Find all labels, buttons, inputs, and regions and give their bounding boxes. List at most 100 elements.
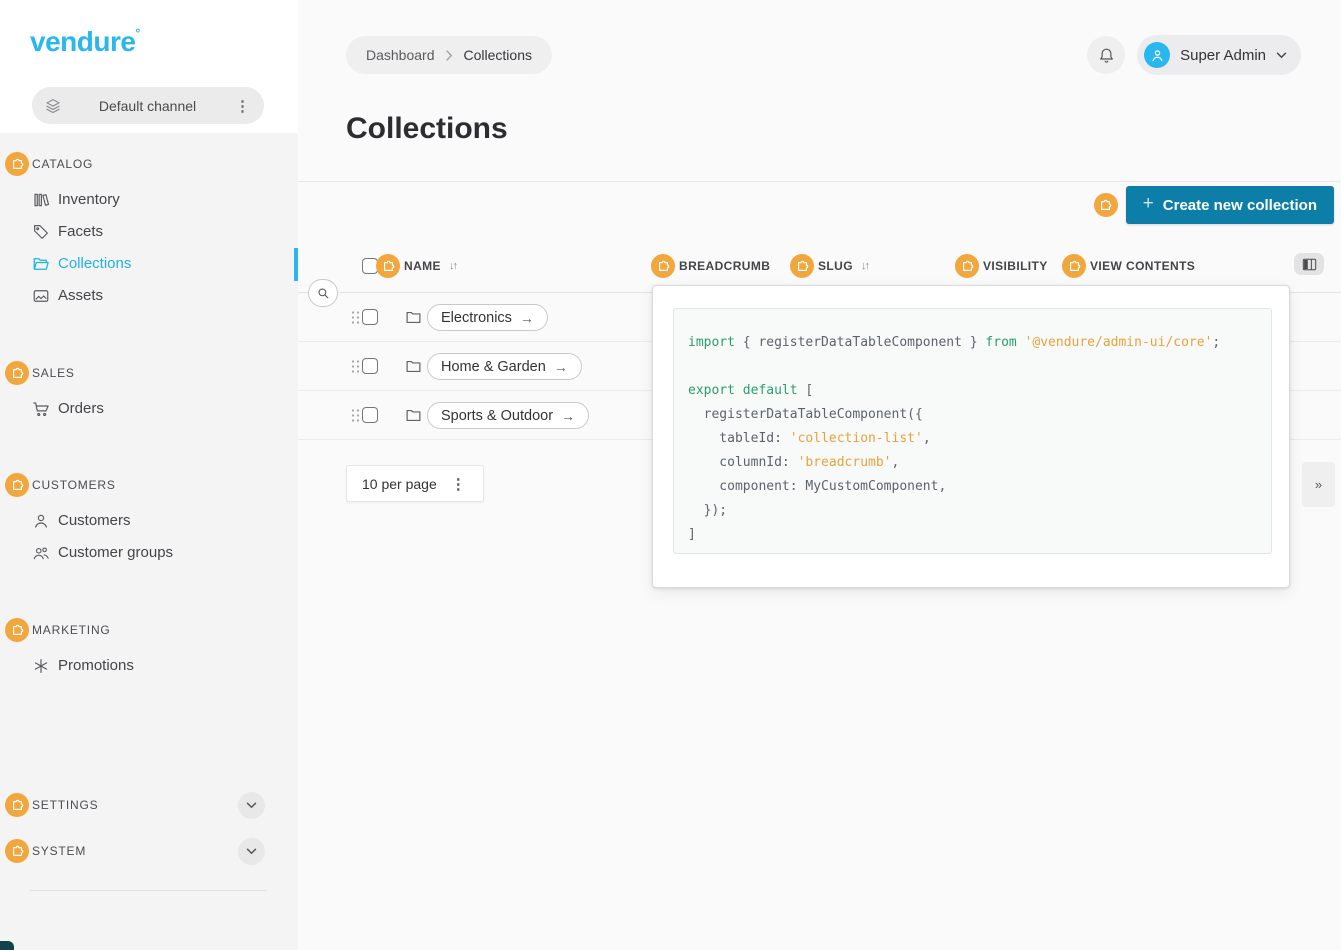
column-header-breadcrumb: BREADCRUMB (651, 254, 770, 278)
header-divider (298, 181, 1341, 182)
nav-section-system: SYSTEM (5, 839, 86, 863)
row-checkbox[interactable] (362, 358, 378, 374)
asterisk-icon (32, 657, 50, 675)
nav-section-sales: SALES (5, 361, 75, 385)
channel-selector[interactable]: Default channel ⋮ (32, 87, 264, 124)
sort-icon[interactable]: ↓↑ (861, 260, 868, 272)
dev-mode-puzzle-badge[interactable] (955, 254, 979, 278)
chevron-down-icon (246, 848, 257, 855)
sort-icon[interactable]: ↓↑ (449, 260, 456, 272)
sidebar-nav: CATALOG Inventory Facets Collections Ass… (0, 133, 298, 950)
folder-open-icon (32, 255, 50, 273)
collection-name-chip[interactable]: Home & Garden→ (427, 353, 582, 380)
active-item-indicator (294, 248, 298, 281)
breadcrumb: Dashboard Collections (346, 36, 552, 74)
settings-expand-button[interactable] (238, 792, 265, 819)
sidebar-item-facets[interactable]: Facets (0, 215, 298, 248)
sidebar-item-collections[interactable]: Collections (0, 247, 298, 280)
sidebar-item-label: Collections (58, 255, 131, 272)
collection-name-chip[interactable]: Sports & Outdoor→ (427, 402, 589, 429)
column-settings-button[interactable] (1294, 253, 1324, 275)
main-content: Dashboard Collections Super Admin Collec… (298, 0, 1341, 950)
search-toggle-button[interactable] (308, 279, 338, 307)
column-label: SLUG (818, 259, 853, 273)
row-checkbox[interactable] (362, 407, 378, 423)
kebab-icon: ⋮ (233, 97, 252, 115)
code-snippet: import { registerDataTableComponent } fr… (673, 308, 1272, 554)
layers-icon (44, 97, 62, 115)
breadcrumb-current-collections[interactable]: Collections (464, 47, 532, 63)
row-checkbox[interactable] (362, 309, 378, 325)
sidebar-item-promotions[interactable]: Promotions (0, 649, 298, 682)
column-label: BREADCRUMB (679, 259, 770, 273)
sidebar-item-label: Customer groups (58, 544, 173, 561)
logo-trademark: ° (135, 26, 139, 40)
dev-mode-puzzle-badge[interactable] (1062, 254, 1086, 278)
folder-icon (405, 407, 422, 424)
vendure-logo[interactable]: vendure° (30, 26, 140, 58)
sidebar-item-label: Facets (58, 223, 103, 240)
collection-name-chip[interactable]: Electronics→ (427, 304, 548, 331)
dev-mode-puzzle-badge[interactable] (1094, 193, 1118, 217)
dev-mode-puzzle-badge[interactable] (5, 361, 29, 385)
column-header-slug[interactable]: SLUG ↓↑ (790, 254, 868, 278)
column-header-name[interactable]: NAME ↓↑ (376, 254, 456, 278)
person-icon (32, 512, 50, 530)
chevron-down-icon (246, 802, 257, 809)
dev-mode-code-popover: import { registerDataTableComponent } fr… (652, 285, 1290, 588)
folder-icon (405, 309, 422, 326)
create-new-collection-button[interactable]: + Create new collection (1126, 186, 1334, 224)
channel-label: Default channel (62, 98, 233, 114)
sidebar-item-inventory[interactable]: Inventory (0, 183, 298, 216)
section-label: CUSTOMERS (32, 478, 116, 492)
dev-mode-puzzle-badge[interactable] (376, 254, 400, 278)
vendure-admin-app: vendure° Default channel ⋮ CATALOG Inven… (0, 0, 1341, 950)
dev-mode-puzzle-badge[interactable] (5, 152, 29, 176)
sidebar-item-customer-groups[interactable]: Customer groups (0, 536, 298, 569)
image-icon (32, 287, 50, 305)
sidebar-item-label: Customers (58, 512, 131, 529)
items-per-page-button[interactable]: 10 per page ⋮ (346, 465, 484, 502)
bell-icon (1097, 46, 1116, 65)
dev-mode-puzzle-badge[interactable] (5, 473, 29, 497)
sidebar-item-label: Orders (58, 400, 104, 417)
nav-section-settings: SETTINGS (5, 793, 98, 817)
folder-icon (405, 358, 422, 375)
dev-mode-puzzle-badge[interactable] (5, 793, 29, 817)
people-icon (32, 544, 50, 562)
user-menu[interactable]: Super Admin (1137, 35, 1301, 75)
arrow-right-icon: → (561, 408, 575, 424)
avatar (1144, 42, 1170, 68)
nav-section-marketing: MARKETING (5, 618, 111, 642)
drag-handle-icon[interactable] (351, 310, 360, 325)
sidebar-item-assets[interactable]: Assets (0, 279, 298, 312)
column-header-view-contents: VIEW CONTENTS (1062, 254, 1195, 278)
dev-mode-corner-toast[interactable] (0, 941, 14, 950)
user-name: Super Admin (1180, 47, 1266, 64)
sidebar-item-customers[interactable]: Customers (0, 504, 298, 537)
notifications-button[interactable] (1087, 36, 1125, 74)
chevron-down-icon (1276, 52, 1287, 59)
columns-icon (1302, 258, 1317, 271)
toolbar: + Create new collection (1094, 186, 1334, 224)
dev-mode-puzzle-badge[interactable] (651, 254, 675, 278)
section-label: SETTINGS (32, 798, 98, 812)
sidebar-divider (30, 890, 267, 891)
plus-icon: + (1143, 193, 1154, 215)
drag-handle-icon[interactable] (351, 359, 360, 374)
nav-section-customers: CUSTOMERS (5, 473, 116, 497)
page-title: Collections (346, 112, 508, 146)
system-expand-button[interactable] (238, 838, 265, 865)
dev-mode-puzzle-badge[interactable] (5, 618, 29, 642)
sidebar-item-orders[interactable]: Orders (0, 392, 298, 425)
sidebar-item-label: Promotions (58, 657, 134, 674)
breadcrumb-link-dashboard[interactable]: Dashboard (366, 47, 435, 63)
chevron-right-icon (446, 50, 453, 61)
sidebar-item-label: Inventory (58, 191, 120, 208)
drag-handle-icon[interactable] (351, 408, 360, 423)
dev-mode-puzzle-badge[interactable] (5, 839, 29, 863)
column-header-visibility: VISIBILITY (955, 254, 1048, 278)
dev-mode-puzzle-badge[interactable] (790, 254, 814, 278)
arrow-right-icon: → (554, 359, 568, 375)
next-page-button[interactable]: » (1302, 462, 1335, 507)
